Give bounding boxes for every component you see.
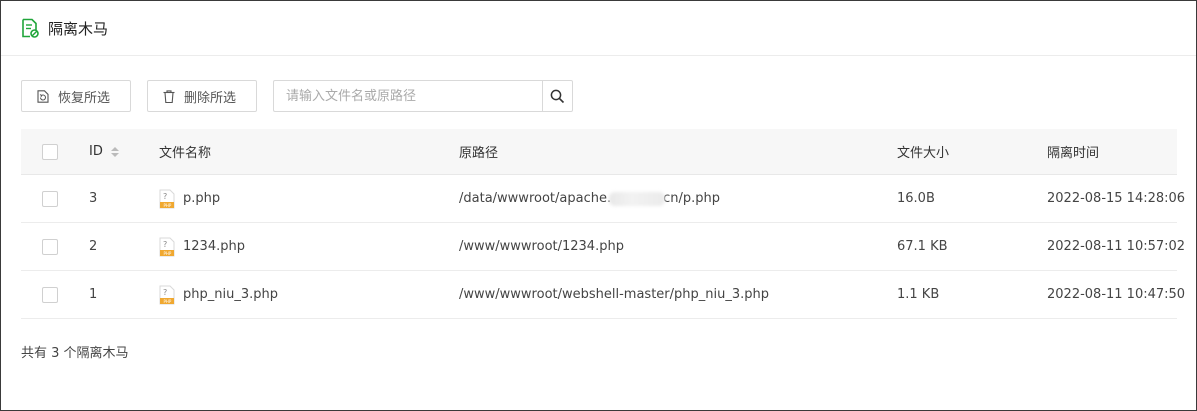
column-header-size: 文件大小 — [897, 146, 950, 161]
column-header-name: 文件名称 — [159, 146, 212, 161]
row-checkbox[interactable] — [42, 286, 58, 303]
row-quarantine-time: 2022-08-15 14:28:06 — [1047, 191, 1186, 206]
search-input[interactable] — [273, 80, 542, 112]
row-id: 2 — [89, 239, 98, 254]
row-checkbox[interactable] — [42, 190, 58, 207]
row-quarantine-time: 2022-08-11 10:47:50 — [1047, 287, 1186, 302]
row-quarantine-time: 2022-08-11 10:57:02 — [1047, 239, 1186, 254]
panel-header: 隔离木马 — [1, 1, 1196, 56]
row-file-name: ? PHP php_niu_3.php — [159, 271, 278, 318]
delete-selected-button[interactable]: 删除所选 — [147, 80, 257, 112]
row-original-path: /data/wwwroot/apache. cn/p.php — [459, 191, 720, 206]
php-file-icon: ? PHP — [159, 285, 175, 304]
php-file-icon: ? PHP — [159, 189, 175, 208]
row-file-size: 1.1 KB — [897, 287, 940, 302]
record-count-summary: 共有 3 个隔离木马 — [21, 346, 129, 361]
column-header-path: 原路径 — [459, 146, 499, 161]
select-all-cell — [42, 129, 58, 174]
row-id: 3 — [89, 191, 98, 206]
table-row: 2 ? PHP 1234.php /www/wwwroot/1234.php 6… — [21, 223, 1185, 271]
column-header-id-label: ID — [89, 144, 103, 159]
restore-selected-label: 恢复所选 — [58, 90, 111, 106]
restore-selected-button[interactable]: 恢复所选 — [21, 80, 131, 112]
row-file-name: ? PHP 1234.php — [159, 223, 245, 270]
file-name-text: 1234.php — [183, 239, 245, 254]
row-file-size: 16.0B — [897, 191, 935, 206]
restore-file-icon — [37, 89, 49, 103]
quarantine-panel: 隔离木马 恢复所选 删除所选 请输入文件名或原路径 ID 文件名称 原路径 文件… — [0, 0, 1197, 411]
file-name-text: p.php — [183, 191, 221, 206]
column-header-id[interactable]: ID — [89, 129, 119, 174]
svg-text:PHP: PHP — [164, 299, 172, 304]
svg-text:?: ? — [163, 192, 167, 201]
svg-text:PHP: PHP — [164, 203, 172, 208]
search-icon — [550, 89, 565, 103]
row-file-name: ? PHP p.php — [159, 175, 220, 222]
row-original-path: /www/wwwroot/1234.php — [459, 239, 624, 254]
search-box — [273, 80, 573, 112]
delete-selected-label: 删除所选 — [184, 90, 237, 106]
search-button[interactable] — [542, 80, 573, 112]
row-original-path: /www/wwwroot/webshell-master/php_niu_3.p… — [459, 287, 770, 302]
php-file-icon: ? PHP — [159, 237, 175, 256]
file-name-text: php_niu_3.php — [183, 287, 278, 302]
redacted-segment — [609, 191, 666, 206]
row-id: 1 — [89, 287, 98, 302]
page-title: 隔离木马 — [48, 19, 109, 38]
quarantine-table: ID 文件名称 原路径 文件大小 隔离时间 3 ? PHP p.php /dat… — [21, 129, 1185, 319]
column-header-time: 隔离时间 — [1047, 146, 1100, 161]
svg-text:?: ? — [163, 240, 167, 249]
table-header-row: ID 文件名称 原路径 文件大小 隔离时间 — [21, 129, 1177, 175]
trash-icon — [163, 89, 175, 103]
sort-icon[interactable] — [110, 146, 119, 157]
row-checkbox[interactable] — [42, 238, 58, 255]
row-file-size: 67.1 KB — [897, 239, 948, 254]
select-all-checkbox[interactable] — [42, 143, 58, 160]
table-row: 1 ? PHP php_niu_3.php /www/wwwroot/websh… — [21, 271, 1185, 319]
quarantine-file-icon — [22, 18, 39, 38]
svg-text:PHP: PHP — [164, 251, 172, 256]
svg-text:?: ? — [163, 288, 167, 297]
table-row: 3 ? PHP p.php /data/wwwroot/apache. cn/p.… — [21, 175, 1185, 223]
